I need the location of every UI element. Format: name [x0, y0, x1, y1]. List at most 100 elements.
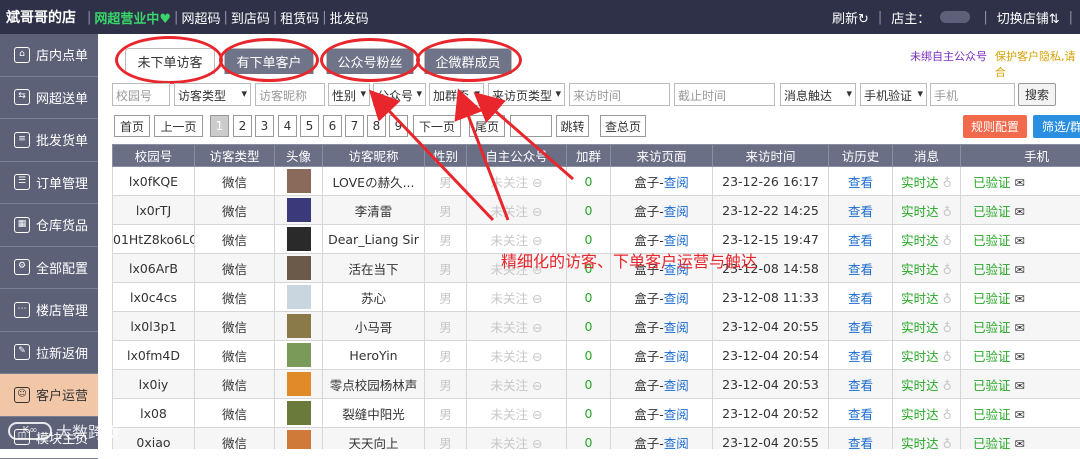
visit-page-link[interactable]: 查阅: [664, 436, 689, 450]
column-header[interactable]: 来访页面: [611, 145, 713, 167]
message-status[interactable]: 实时达: [901, 233, 939, 248]
minus-circle-icon[interactable]: ⊖: [532, 204, 542, 219]
end-time-input[interactable]: 截止时间: [674, 83, 775, 106]
sidebar-item-7[interactable]: ✎拉新返佣: [0, 332, 98, 375]
history-link[interactable]: 查看: [848, 320, 873, 335]
nickname-input[interactable]: 访客昵称: [255, 83, 325, 106]
switch-shop-button[interactable]: 切换店铺⇅: [997, 8, 1060, 27]
page-3[interactable]: 3: [255, 115, 274, 137]
avatar[interactable]: [287, 372, 311, 396]
minus-circle-icon[interactable]: ⊖: [532, 320, 542, 335]
minus-circle-icon[interactable]: ⊖: [532, 349, 542, 364]
message-status[interactable]: 实时达: [901, 320, 939, 335]
bell-icon[interactable]: ♁: [943, 175, 952, 190]
total-pages-button[interactable]: 查总页: [600, 115, 646, 137]
group-select[interactable]: 加群否: [429, 83, 484, 106]
visit-page-link[interactable]: 查阅: [664, 349, 689, 364]
table-row[interactable]: lx08微信裂缝中阳光男未关注 ⊖0盒子-查阅23-12-04 20:52查看实…: [113, 399, 1080, 428]
filter-group-button[interactable]: 筛选/群: [1033, 115, 1080, 138]
topbar-link-2[interactable]: 租赁码: [280, 8, 319, 27]
mail-icon[interactable]: ✉: [1015, 378, 1025, 393]
column-header[interactable]: 来访时间: [713, 145, 829, 167]
mail-icon[interactable]: ✉: [1015, 320, 1025, 335]
sidebar-item-3[interactable]: ☰订单管理: [0, 162, 98, 205]
jump-page-input[interactable]: [510, 115, 552, 137]
next-page-button[interactable]: 下一页: [413, 115, 461, 137]
minus-circle-icon[interactable]: ⊖: [532, 407, 542, 422]
message-status[interactable]: 实时达: [901, 175, 939, 190]
table-row[interactable]: lx0l3p1微信小马哥男未关注 ⊖0盒子-查阅23-12-04 20:55查看…: [113, 312, 1080, 341]
history-link[interactable]: 查看: [848, 436, 873, 450]
column-header[interactable]: 消息: [893, 145, 961, 167]
table-row[interactable]: lx0iy微信零点校园杨林声男未关注 ⊖0盒子-查阅23-12-04 20:53…: [113, 370, 1080, 399]
visit-time-input[interactable]: 来访时间: [569, 83, 670, 106]
visit-page-link[interactable]: 查阅: [664, 175, 689, 190]
bell-icon[interactable]: ♁: [943, 407, 952, 422]
message-status[interactable]: 实时达: [901, 291, 939, 306]
page-4[interactable]: 4: [278, 115, 297, 137]
sidebar-item-5[interactable]: ⚙全部配置: [0, 247, 98, 290]
mail-icon[interactable]: ✉: [1015, 262, 1025, 277]
sidebar-item-8[interactable]: ☺客户运营: [0, 374, 98, 417]
table-row[interactable]: lx0rTJ微信李清雷男未关注 ⊖0盒子-查阅23-12-22 14:25查看实…: [113, 196, 1080, 225]
avatar[interactable]: [287, 343, 311, 367]
page-5[interactable]: 5: [300, 115, 319, 137]
table-row[interactable]: lx0fKQE微信LOVEの赫久...男未关注 ⊖0盒子-查阅23-12-26 …: [113, 167, 1080, 196]
msg-reach-select[interactable]: 消息触达: [780, 83, 856, 106]
page-7[interactable]: 7: [345, 115, 364, 137]
refresh-button[interactable]: 刷新↻: [832, 8, 869, 27]
tab-official-fans[interactable]: 公众号粉丝: [326, 48, 414, 74]
topbar-link-0[interactable]: 网超码: [181, 8, 220, 27]
unbound-note[interactable]: 未绑自主公众号: [910, 48, 987, 64]
history-link[interactable]: 查看: [848, 349, 873, 364]
sidebar-item-2[interactable]: ≡批发货单: [0, 119, 98, 162]
column-header[interactable]: 性别: [425, 145, 467, 167]
gender-select[interactable]: 性别: [328, 83, 370, 106]
table-row[interactable]: 0xiao微信天天向上男未关注 ⊖0盒子-查阅23-12-04 20:55查看实…: [113, 428, 1080, 450]
visit-page-link[interactable]: 查阅: [664, 407, 689, 422]
first-page-button[interactable]: 首页: [114, 115, 150, 137]
history-link[interactable]: 查看: [848, 204, 873, 219]
sidebar-item-1[interactable]: ⇆网超送单: [0, 77, 98, 120]
column-header[interactable]: 自主公众号: [467, 145, 567, 167]
avatar[interactable]: [287, 430, 311, 449]
phone-input[interactable]: 手机: [930, 83, 1015, 106]
shop-status[interactable]: 网超营业中♥: [94, 8, 171, 27]
page-8[interactable]: 8: [367, 115, 386, 137]
column-header[interactable]: 手机: [961, 145, 1080, 167]
minus-circle-icon[interactable]: ⊖: [532, 378, 542, 393]
tab-no-order-visitors[interactable]: 未下单访客: [125, 48, 215, 74]
mail-icon[interactable]: ✉: [1015, 204, 1025, 219]
table-row[interactable]: lx0fm4D微信HeroYin男未关注 ⊖0盒子-查阅23-12-04 20:…: [113, 341, 1080, 370]
bell-icon[interactable]: ♁: [943, 233, 952, 248]
mail-icon[interactable]: ✉: [1015, 436, 1025, 450]
mail-icon[interactable]: ✉: [1015, 175, 1025, 190]
mail-icon[interactable]: ✉: [1015, 233, 1025, 248]
page-1[interactable]: 1: [210, 115, 229, 137]
mail-icon[interactable]: ✉: [1015, 407, 1025, 422]
history-link[interactable]: 查看: [848, 233, 873, 248]
visit-page-link[interactable]: 查阅: [664, 233, 689, 248]
prev-page-button[interactable]: 上一页: [154, 115, 203, 137]
topbar-link-3[interactable]: 批发码: [330, 8, 369, 27]
avatar[interactable]: [287, 401, 311, 425]
minus-circle-icon[interactable]: ⊖: [532, 175, 542, 190]
column-header[interactable]: 访客昵称: [323, 145, 425, 167]
bell-icon[interactable]: ♁: [943, 349, 952, 364]
table-row[interactable]: lx0c4cs微信苏心男未关注 ⊖0盒子-查阅23-12-08 11:33查看实…: [113, 283, 1080, 312]
mail-icon[interactable]: ✉: [1015, 291, 1025, 306]
bell-icon[interactable]: ♁: [943, 378, 952, 393]
column-header[interactable]: 访历史: [829, 145, 893, 167]
topbar-link-1[interactable]: 到店码: [231, 8, 270, 27]
history-link[interactable]: 查看: [848, 378, 873, 393]
visit-page-link[interactable]: 查阅: [664, 204, 689, 219]
minus-circle-icon[interactable]: ⊖: [532, 233, 542, 248]
history-link[interactable]: 查看: [848, 407, 873, 422]
minus-circle-icon[interactable]: ⊖: [532, 291, 542, 306]
rule-config-button[interactable]: 规则配置: [963, 115, 1027, 138]
official-select[interactable]: 公众号: [373, 83, 426, 106]
message-status[interactable]: 实时达: [901, 407, 939, 422]
sidebar-item-6[interactable]: ⋯楼店管理: [0, 289, 98, 332]
message-status[interactable]: 实时达: [901, 262, 939, 277]
bell-icon[interactable]: ♁: [943, 320, 952, 335]
